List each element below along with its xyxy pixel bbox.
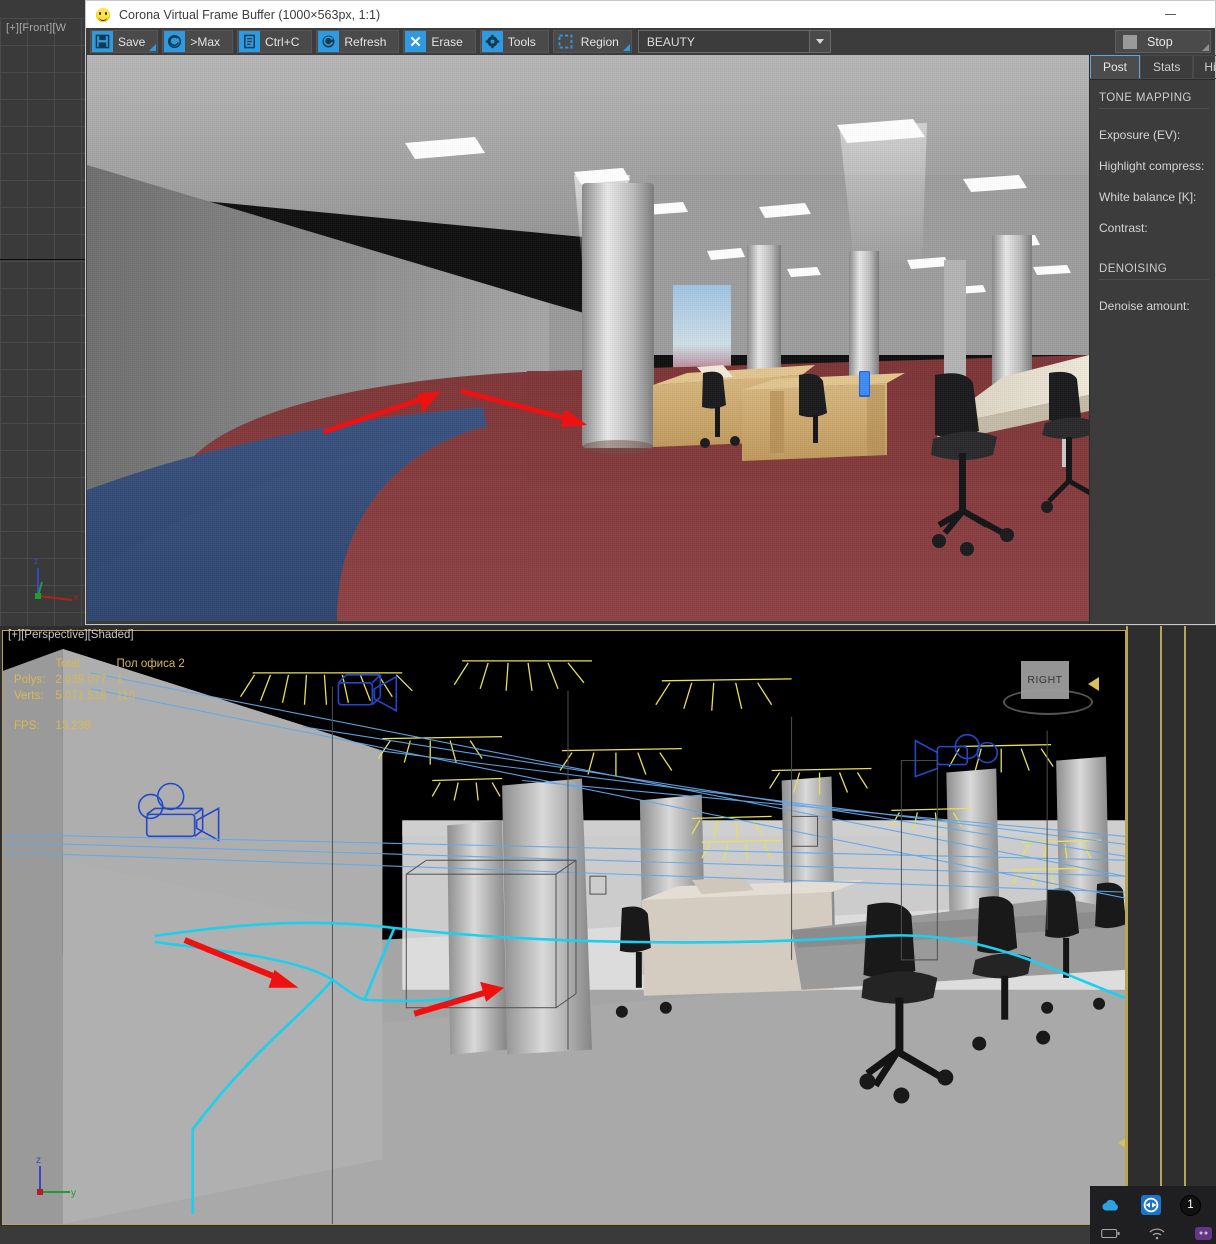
corona-smiley-icon (96, 7, 110, 22)
window-title: Corona Virtual Frame Buffer (1000×563px,… (119, 7, 381, 22)
field-row-highlight-compress[interactable]: Highlight compress: (1099, 157, 1215, 175)
onedrive-cloud-icon[interactable] (1100, 1194, 1122, 1216)
tools-label: Tools (507, 34, 536, 49)
polys-label: Polys: (14, 674, 46, 686)
rendered-office-scene (87, 55, 1089, 621)
verts-selected: 110 (116, 690, 135, 702)
dashed-square-icon (554, 31, 576, 52)
view-cube-compass-ring[interactable] (1003, 689, 1093, 715)
stats-row-polys: Polys: 2 639 077 1 (14, 672, 195, 688)
copy-button[interactable]: Ctrl+C (237, 30, 313, 53)
verts-total: 5 071 518 (55, 690, 107, 702)
erase-label: Erase (431, 34, 463, 49)
front-viewport-grid[interactable] (0, 18, 90, 626)
verts-label: Verts: (14, 690, 44, 702)
fps-label: FPS: (14, 720, 40, 732)
tools-button[interactable]: Tools (479, 30, 549, 53)
region-button[interactable]: Region (552, 30, 632, 53)
front-viewport-label[interactable]: [+][Front][W (6, 22, 66, 34)
front-axis-gizmo: z x (24, 552, 84, 612)
taskbar-tray: 1 (1090, 1186, 1216, 1244)
clipboard-icon (239, 31, 261, 52)
grid-axis-line (0, 259, 90, 260)
viewport-statistics-overlay: Total Пол офиса 2 Polys: 2 639 077 1 Ver… (14, 656, 195, 734)
to-max-label: >Max (190, 34, 221, 49)
refresh-label: Refresh (344, 34, 387, 49)
corona-vfb-window: Corona Virtual Frame Buffer (1000×563px,… (85, 0, 1216, 625)
white-balance-label: White balance [K]: (1099, 190, 1197, 204)
svg-text:x: x (74, 592, 79, 602)
stats-col-selected: Пол офиса 2 (116, 658, 185, 670)
stop-label: Stop (1147, 34, 1173, 49)
x-cross-icon (405, 31, 427, 52)
post-settings-panel: Post Stats Hist TONE MAPPING Exposure (E… (1089, 55, 1216, 624)
viewport-right-strip (1126, 626, 1216, 1244)
polys-total: 2 639 077 (55, 674, 107, 686)
battery-icon[interactable] (1100, 1223, 1122, 1244)
render-image[interactable] (87, 55, 1089, 621)
stop-square-icon (1123, 34, 1137, 49)
stop-button[interactable]: Stop (1115, 30, 1211, 53)
svg-text:z: z (36, 1155, 41, 1166)
max-perspective-viewport-container: RIGHT [+][Perspective][Shaded] Total Пол… (0, 626, 1216, 1226)
field-row-denoise-amount[interactable]: Denoise amount: (1099, 297, 1215, 315)
notification-count-badge[interactable]: 1 (1180, 1194, 1201, 1216)
stats-row-fps: FPS: 13,239 (14, 718, 195, 734)
teamviewer-icon[interactable] (1140, 1194, 1162, 1216)
tab-post-label: Post (1103, 60, 1128, 74)
stats-col-blank (14, 656, 55, 672)
viewport-axis-gizmo: z y (24, 1152, 80, 1208)
refresh-button[interactable]: Refresh (316, 30, 400, 53)
tab-stats[interactable]: Stats (1140, 55, 1194, 79)
save-button[interactable]: Save (90, 30, 159, 53)
screen: [+][Front][W z x Corona Virtual Frame Bu… (0, 0, 1216, 1244)
polys-selected: 1 (116, 674, 123, 686)
field-row-exposure[interactable]: Exposure (EV): (1099, 126, 1215, 144)
section-heading-tone-mapping: TONE MAPPING (1099, 92, 1209, 109)
contrast-label: Contrast: (1099, 221, 1148, 235)
tab-post[interactable]: Post (1090, 55, 1141, 79)
highlight-compress-label: Highlight compress: (1099, 159, 1205, 173)
refresh-circle-icon (318, 31, 340, 52)
wifi-icon[interactable] (1146, 1223, 1168, 1244)
minimize-button[interactable] (1153, 1, 1187, 28)
vfb-title-bar[interactable]: Corona Virtual Frame Buffer (1000×563px,… (86, 1, 1215, 28)
erase-button[interactable]: Erase (403, 30, 476, 53)
render-pass-select[interactable]: BEAUTY (637, 30, 831, 53)
exposure-label: Exposure (EV): (1099, 128, 1181, 142)
gear-icon (481, 31, 503, 52)
tab-stats-label: Stats (1153, 60, 1181, 74)
to-max-button[interactable]: >Max (162, 30, 234, 53)
view-cube-left-arrow-icon[interactable] (1088, 677, 1099, 691)
svg-text:y: y (71, 1188, 76, 1199)
stats-row-verts: Verts: 5 071 518 110 (14, 688, 195, 704)
annotation-arrow-2 (460, 388, 587, 427)
field-row-white-balance[interactable]: White balance [K]: (1099, 188, 1215, 206)
fps-value: 13,239 (55, 720, 91, 732)
viewport-edge-arrow-icon[interactable] (1118, 1136, 1125, 1150)
section-heading-denoising: DENOISING (1099, 263, 1209, 280)
floppy-disk-icon (92, 31, 113, 52)
stats-col-total: Total (55, 658, 80, 670)
denoise-amount-label: Denoise amount: (1099, 299, 1190, 313)
tab-hist[interactable]: Hist (1193, 55, 1216, 79)
region-label: Region (580, 34, 619, 49)
annotation-arrow-1 (322, 391, 441, 435)
vfb-toolbar: Save >Max Ctrl+C Refresh Erase Tools Reg… (86, 28, 1215, 55)
field-row-contrast[interactable]: Contrast: (1099, 219, 1215, 237)
chevron-down-icon[interactable] (808, 31, 830, 52)
tab-hist-label: Hist (1204, 60, 1216, 74)
copy-label: Ctrl+C (265, 34, 300, 49)
vfb-body: Post Stats Hist TONE MAPPING Exposure (E… (86, 55, 1216, 624)
save-label: Save (118, 34, 146, 49)
svg-text:z: z (34, 556, 39, 566)
view-cube[interactable]: RIGHT (1003, 659, 1099, 717)
render-pass-value: BEAUTY (646, 34, 695, 49)
corona-swirl-icon (164, 31, 186, 52)
purple-app-icon[interactable] (1192, 1223, 1214, 1244)
perspective-viewport-label[interactable]: [+][Perspective][Shaded] (8, 629, 134, 641)
